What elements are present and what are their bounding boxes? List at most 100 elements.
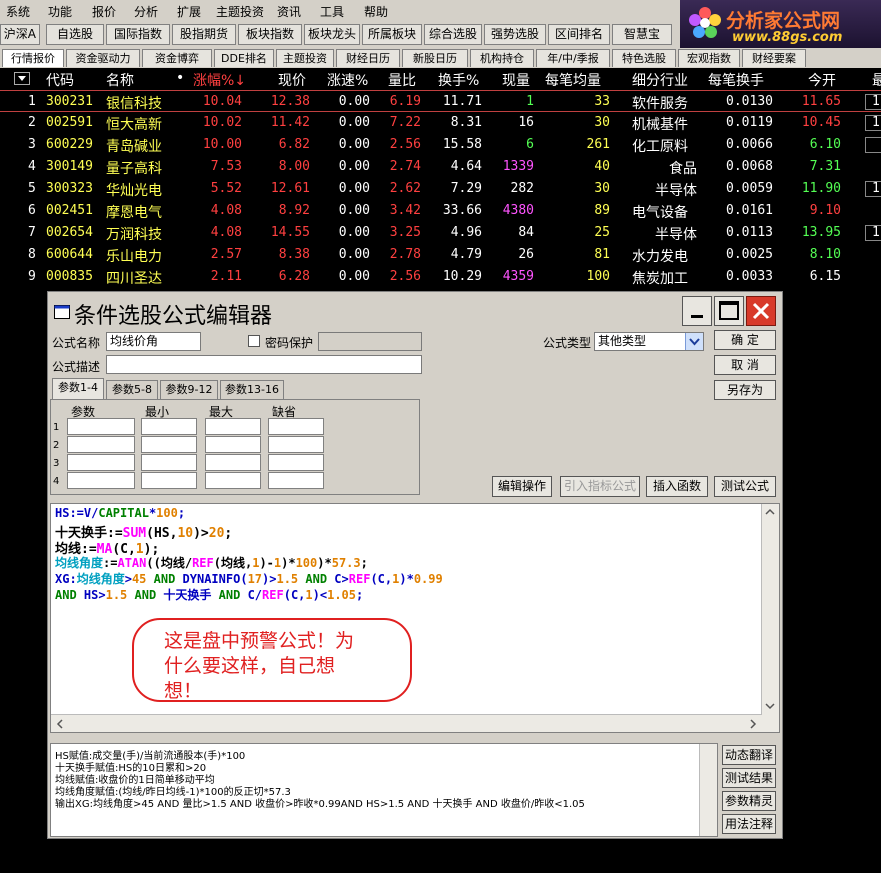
toolbar-smart[interactable]: 智慧宝 [612,24,672,45]
header-code[interactable]: 代码 [46,70,74,90]
menu-analysis[interactable]: 分析 [134,3,158,20]
param-input[interactable] [205,436,261,453]
header-extra[interactable]: 最 [872,70,881,90]
formula-desc-input[interactable] [106,355,422,374]
edit-operation-button[interactable]: 编辑操作 [492,476,552,497]
tab-theme-invest[interactable]: 主题投资 [276,49,334,67]
param-input[interactable] [141,436,197,453]
toolbar-strong-select[interactable]: 强势选股 [484,24,546,45]
scroll-left-icon[interactable] [54,718,66,730]
menu-function[interactable]: 功能 [48,3,72,20]
test-result-button[interactable]: 测试结果 [722,768,776,788]
toolbar-watchlist[interactable]: 自选股 [46,24,104,45]
header-avg-vol[interactable]: 每笔均量 [545,70,601,90]
table-row[interactable]: 9 000835 四川圣达 2.11 6.28 0.00 2.56 10.29 4359 100 焦… [0,266,881,288]
toolbar-sector-leader[interactable]: 板块龙头 [304,24,360,45]
tab-reports[interactable]: 年/中/季报 [536,49,610,67]
header-name[interactable]: 名称 [106,70,134,90]
toolbar-combo-select[interactable]: 综合选股 [424,24,482,45]
param-input[interactable] [141,418,197,435]
tab-capital-drive[interactable]: 资金驱动力 [66,49,140,67]
table-row[interactable]: 4 300149 量子高科 7.53 8.00 0.00 2.74 4.64 1339 40 食品 0… [0,156,881,178]
header-change-pct[interactable]: 涨幅%↓ [193,70,246,90]
test-formula-button[interactable]: 测试公式 [714,476,776,497]
password-checkbox[interactable] [248,335,260,347]
tab-params-1-4[interactable]: 参数1-4 [52,378,104,400]
tab-finance-case[interactable]: 财经要案 [742,49,806,67]
param-input[interactable] [141,472,197,489]
menu-extend[interactable]: 扩展 [177,3,201,20]
table-row[interactable]: 2 002591 恒大高新 10.02 11.42 0.00 7.22 8.31 16 30 机械基… [0,112,881,134]
param-input[interactable] [67,454,135,471]
menu-quote[interactable]: 报价 [92,3,116,20]
scroll-right-icon[interactable] [747,718,759,730]
usage-notes-button[interactable]: 用法注释 [722,814,776,834]
param-input[interactable] [268,454,324,471]
menu-theme[interactable]: 主题投资 [216,3,264,20]
formula-type-select[interactable]: 其他类型 [594,332,704,351]
toolbar-hs-a[interactable]: 沪深A股 [0,24,40,45]
menu-help[interactable]: 帮助 [364,3,388,20]
menu-news[interactable]: 资讯 [277,3,301,20]
table-row[interactable]: 1 300231 银信科技 10.04 12.38 0.00 6.19 11.71 1 33 软件服… [0,90,881,112]
param-input[interactable] [141,454,197,471]
header-turnover[interactable]: 换手% [438,70,479,90]
tab-params-9-12[interactable]: 参数9-12 [160,380,218,400]
tab-finance-calendar[interactable]: 财经日历 [336,49,400,67]
header-per-turnover[interactable]: 每笔换手 [708,70,764,90]
password-input[interactable] [318,332,422,351]
tab-dde-rank[interactable]: DDE排名 [214,49,274,67]
param-input[interactable] [67,418,135,435]
dropdown-button[interactable] [685,333,703,350]
header-industry[interactable]: 细分行业 [632,70,688,90]
close-button[interactable] [746,296,776,326]
scroll-up-icon[interactable] [764,506,776,518]
toolbar-range-rank[interactable]: 区间排名 [548,24,610,45]
scroll-down-icon[interactable] [764,700,776,712]
minimize-button[interactable] [682,296,712,326]
tab-params-13-16[interactable]: 参数13-16 [220,380,284,400]
param-input[interactable] [205,472,261,489]
param-wizard-button[interactable]: 参数精灵 [722,791,776,811]
insert-function-button[interactable]: 插入函数 [646,476,708,497]
toolbar-intl-index[interactable]: 国际指数 [106,24,170,45]
vertical-scrollbar[interactable] [761,504,779,732]
param-input[interactable] [205,418,261,435]
cancel-button[interactable]: 取 消 [714,355,776,375]
save-as-button[interactable]: 另存为 [714,380,776,400]
dynamic-translate-button[interactable]: 动态翻译 [722,745,776,765]
translation-scrollbar[interactable] [699,744,717,836]
header-vol-ratio[interactable]: 量比 [388,70,416,90]
tab-params-5-8[interactable]: 参数5-8 [106,380,158,400]
table-row[interactable]: 6 002451 摩恩电气 4.08 8.92 0.00 3.42 33.66 4380 89 电气… [0,200,881,222]
formula-name-input[interactable]: 均线价角 [106,332,201,351]
column-menu-button[interactable] [14,72,30,85]
param-input[interactable] [67,436,135,453]
import-indicator-button[interactable]: 引入指标公式 [560,476,640,497]
table-row[interactable]: 8 600644 乐山电力 2.57 8.38 0.00 2.78 4.79 26 81 水力发电 0… [0,244,881,266]
param-input[interactable] [268,472,324,489]
toolbar-futures[interactable]: 股指期货 [172,24,236,45]
toolbar-sector-index[interactable]: 板块指数 [238,24,302,45]
param-input[interactable] [205,454,261,471]
toolbar-own-sector[interactable]: 所属板块 [362,24,422,45]
tab-quotes[interactable]: 行情报价 [2,49,64,67]
tab-institution[interactable]: 机构持仓 [470,49,534,67]
param-input[interactable] [268,418,324,435]
maximize-button[interactable] [714,296,744,326]
menu-system[interactable]: 系统 [6,3,30,20]
header-open[interactable]: 今开 [808,70,836,90]
param-input[interactable] [67,472,135,489]
horizontal-scrollbar[interactable] [51,714,762,732]
menu-tools[interactable]: 工具 [320,3,344,20]
param-input[interactable] [268,436,324,453]
tab-capital-game[interactable]: 资金博弈 [142,49,212,67]
tab-macro-index[interactable]: 宏观指数 [678,49,740,67]
header-cur-vol[interactable]: 现量 [502,70,530,90]
dialog-titlebar[interactable]: 条件选股公式编辑器 [48,292,782,330]
table-row[interactable]: 5 300323 华灿光电 5.52 12.61 0.00 2.62 7.29 282 30 半导体… [0,178,881,200]
ok-button[interactable]: 确 定 [714,330,776,350]
table-row[interactable]: 7 002654 万润科技 4.08 14.55 0.00 3.25 4.96 84 25 半导体 0… [0,222,881,244]
header-speed[interactable]: 涨速% [327,70,368,90]
tab-ipo-calendar[interactable]: 新股日历 [402,49,468,67]
